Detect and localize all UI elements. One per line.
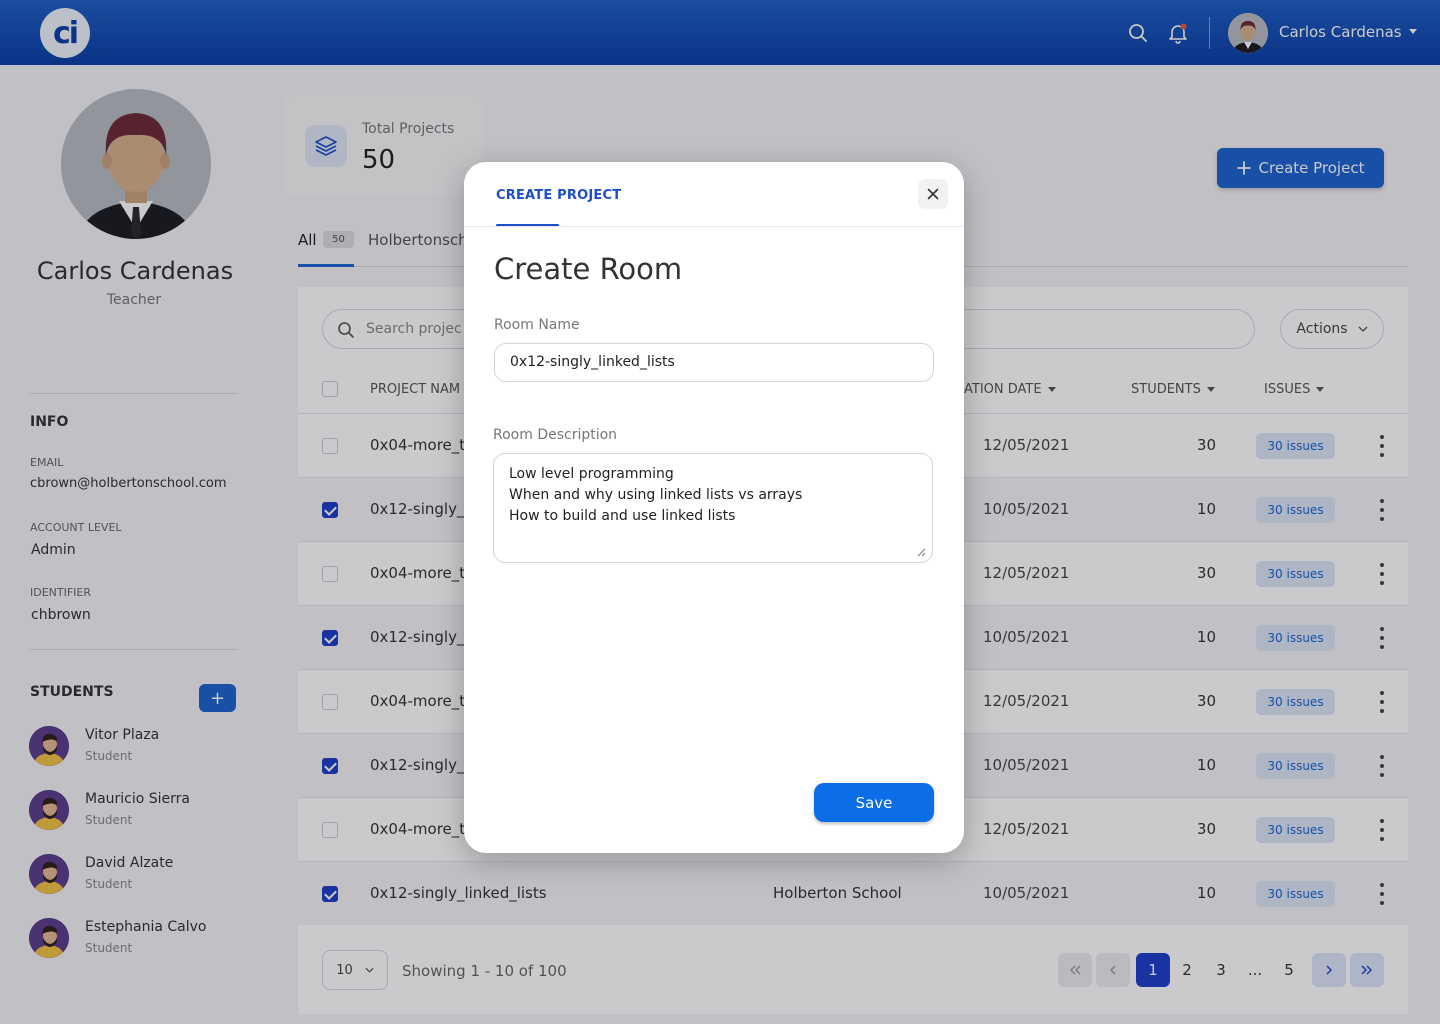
modal-tab-divider (464, 226, 964, 227)
resize-handle-icon[interactable] (916, 547, 926, 557)
description-line: Low level programming (509, 466, 674, 482)
close-icon (927, 188, 939, 200)
room-description-textarea[interactable]: Low level programming When and why using… (493, 453, 933, 563)
description-line: How to build and use linked lists (509, 508, 736, 524)
room-name-input[interactable]: 0x12-singly_linked_lists (494, 343, 934, 382)
modal-tab-create-project[interactable]: CREATE PROJECT (496, 188, 621, 203)
description-line: When and why using linked lists vs array… (509, 487, 803, 503)
room-name-label: Room Name (494, 317, 580, 333)
room-description-label: Room Description (493, 427, 618, 443)
close-button[interactable] (918, 179, 948, 209)
modal-title: Create Room (494, 252, 683, 286)
save-button[interactable]: Save (814, 783, 934, 822)
create-room-modal: CREATE PROJECT Create Room Room Name 0x1… (464, 162, 964, 853)
